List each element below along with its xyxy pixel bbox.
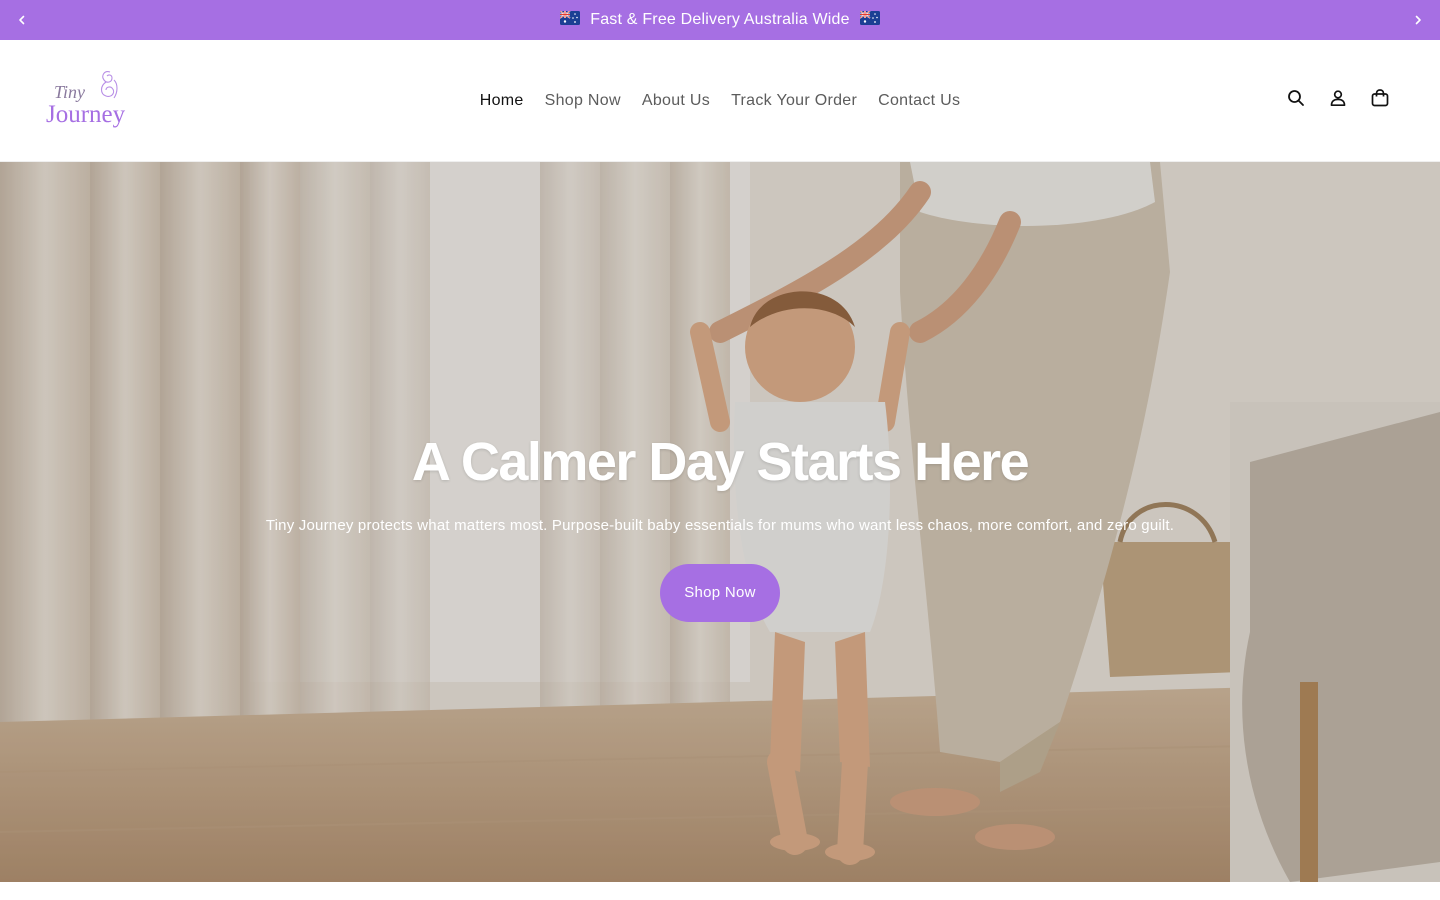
nav-item-contact-us[interactable]: Contact Us — [878, 92, 960, 110]
hero-content: A Calmer Day Starts Here Tiny Journey pr… — [0, 430, 1440, 622]
account-button[interactable] — [1326, 86, 1350, 110]
account-icon — [1330, 90, 1346, 107]
hero-title: A Calmer Day Starts Here — [411, 432, 1030, 492]
nav-item-track-your-order[interactable]: Track Your Order — [731, 92, 857, 110]
cart-button[interactable] — [1368, 86, 1392, 110]
australia-flag-icon — [860, 11, 881, 25]
site-header: Tiny Journey Home Shop Now About Us Trac… — [0, 40, 1440, 162]
brand-logo[interactable]: Tiny Journey — [44, 66, 136, 130]
announcement-prev-button[interactable] — [2, 0, 42, 40]
announcement-text: Fast & Free Delivery Australia Wide — [590, 11, 850, 28]
logo-line1: Tiny — [54, 82, 85, 102]
header-actions — [1284, 86, 1392, 110]
announcement-message: Fast & Free Delivery Australia Wide — [559, 11, 881, 29]
nav-item-shop-now[interactable]: Shop Now — [545, 92, 621, 110]
nav-item-about-us[interactable]: About Us — [642, 92, 710, 110]
logo-line2: Journey — [46, 101, 126, 128]
australia-flag-icon — [559, 11, 580, 25]
hero-shop-now-button[interactable]: Shop Now — [660, 564, 780, 622]
search-icon — [1288, 90, 1304, 106]
nav-item-home[interactable]: Home — [480, 92, 524, 110]
cart-icon — [1371, 89, 1389, 107]
chevron-left-icon — [19, 15, 25, 25]
chevron-right-icon — [1415, 15, 1421, 25]
announcement-bar: Fast & Free Delivery Australia Wide — [0, 0, 1440, 40]
search-button[interactable] — [1284, 86, 1308, 110]
hero-banner: A Calmer Day Starts Here Tiny Journey pr… — [0, 162, 1440, 882]
tiny-journey-logo-icon: Tiny Journey — [46, 71, 126, 128]
main-nav: Home Shop Now About Us Track Your Order … — [0, 40, 1440, 162]
hero-subtitle: Tiny Journey protects what matters most.… — [265, 517, 1175, 534]
next-section — [0, 882, 1440, 900]
announcement-next-button[interactable] — [1398, 0, 1438, 40]
